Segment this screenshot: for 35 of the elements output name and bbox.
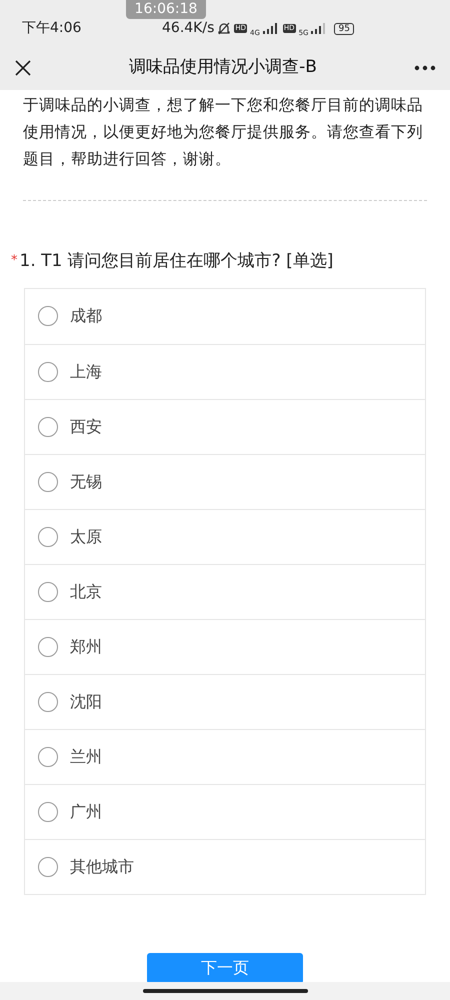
- radio-option[interactable]: 沈阳: [25, 674, 425, 728]
- radio-button[interactable]: [38, 746, 58, 766]
- radio-button[interactable]: [38, 472, 58, 492]
- radio-button[interactable]: [38, 306, 58, 326]
- signal-icon: [262, 23, 277, 34]
- radio-button[interactable]: [38, 692, 58, 712]
- radio-option[interactable]: 上海: [25, 344, 425, 398]
- question-title: 1. T1 请问您目前居住在哪个城市? [单选]: [20, 250, 334, 273]
- radio-option[interactable]: 北京: [25, 564, 425, 618]
- radio-option[interactable]: 郑州: [25, 618, 425, 674]
- radio-button[interactable]: [38, 526, 58, 546]
- bell-off-icon: [217, 22, 232, 36]
- more-icon[interactable]: [414, 64, 436, 70]
- intro-paragraph: 于调味品的小调查，想了解一下您和您餐厅目前的调味品使用情况，以便更好地为您餐厅提供服务。请您查看下列题目，帮助进行回答，谢谢。: [23, 95, 424, 170]
- close-icon[interactable]: [14, 58, 32, 76]
- radio-button[interactable]: [38, 856, 58, 876]
- radio-button[interactable]: [38, 802, 58, 822]
- network-speed: 46.4K/s: [162, 19, 214, 38]
- status-time: 下午4:06: [22, 19, 82, 38]
- radio-option[interactable]: 无锡: [25, 454, 425, 508]
- radio-button[interactable]: [38, 362, 58, 382]
- radio-option[interactable]: 兰州: [25, 728, 425, 784]
- required-asterisk: *: [11, 252, 18, 270]
- radio-button[interactable]: [38, 582, 58, 602]
- radio-option[interactable]: 太原: [25, 508, 425, 564]
- radio-option[interactable]: 西安: [25, 398, 425, 454]
- timestamp-overlay: 16:06:18: [126, 0, 206, 19]
- radio-option[interactable]: 其他城市: [25, 838, 425, 894]
- signal-icon: [311, 23, 326, 34]
- radio-option[interactable]: 广州: [25, 784, 425, 838]
- radio-button[interactable]: [38, 636, 58, 656]
- battery-icon: 95: [334, 22, 354, 34]
- radio-button[interactable]: [38, 416, 58, 436]
- radio-option[interactable]: 成都: [25, 288, 425, 344]
- page-title: 调味品使用情况小调查-B: [129, 56, 317, 79]
